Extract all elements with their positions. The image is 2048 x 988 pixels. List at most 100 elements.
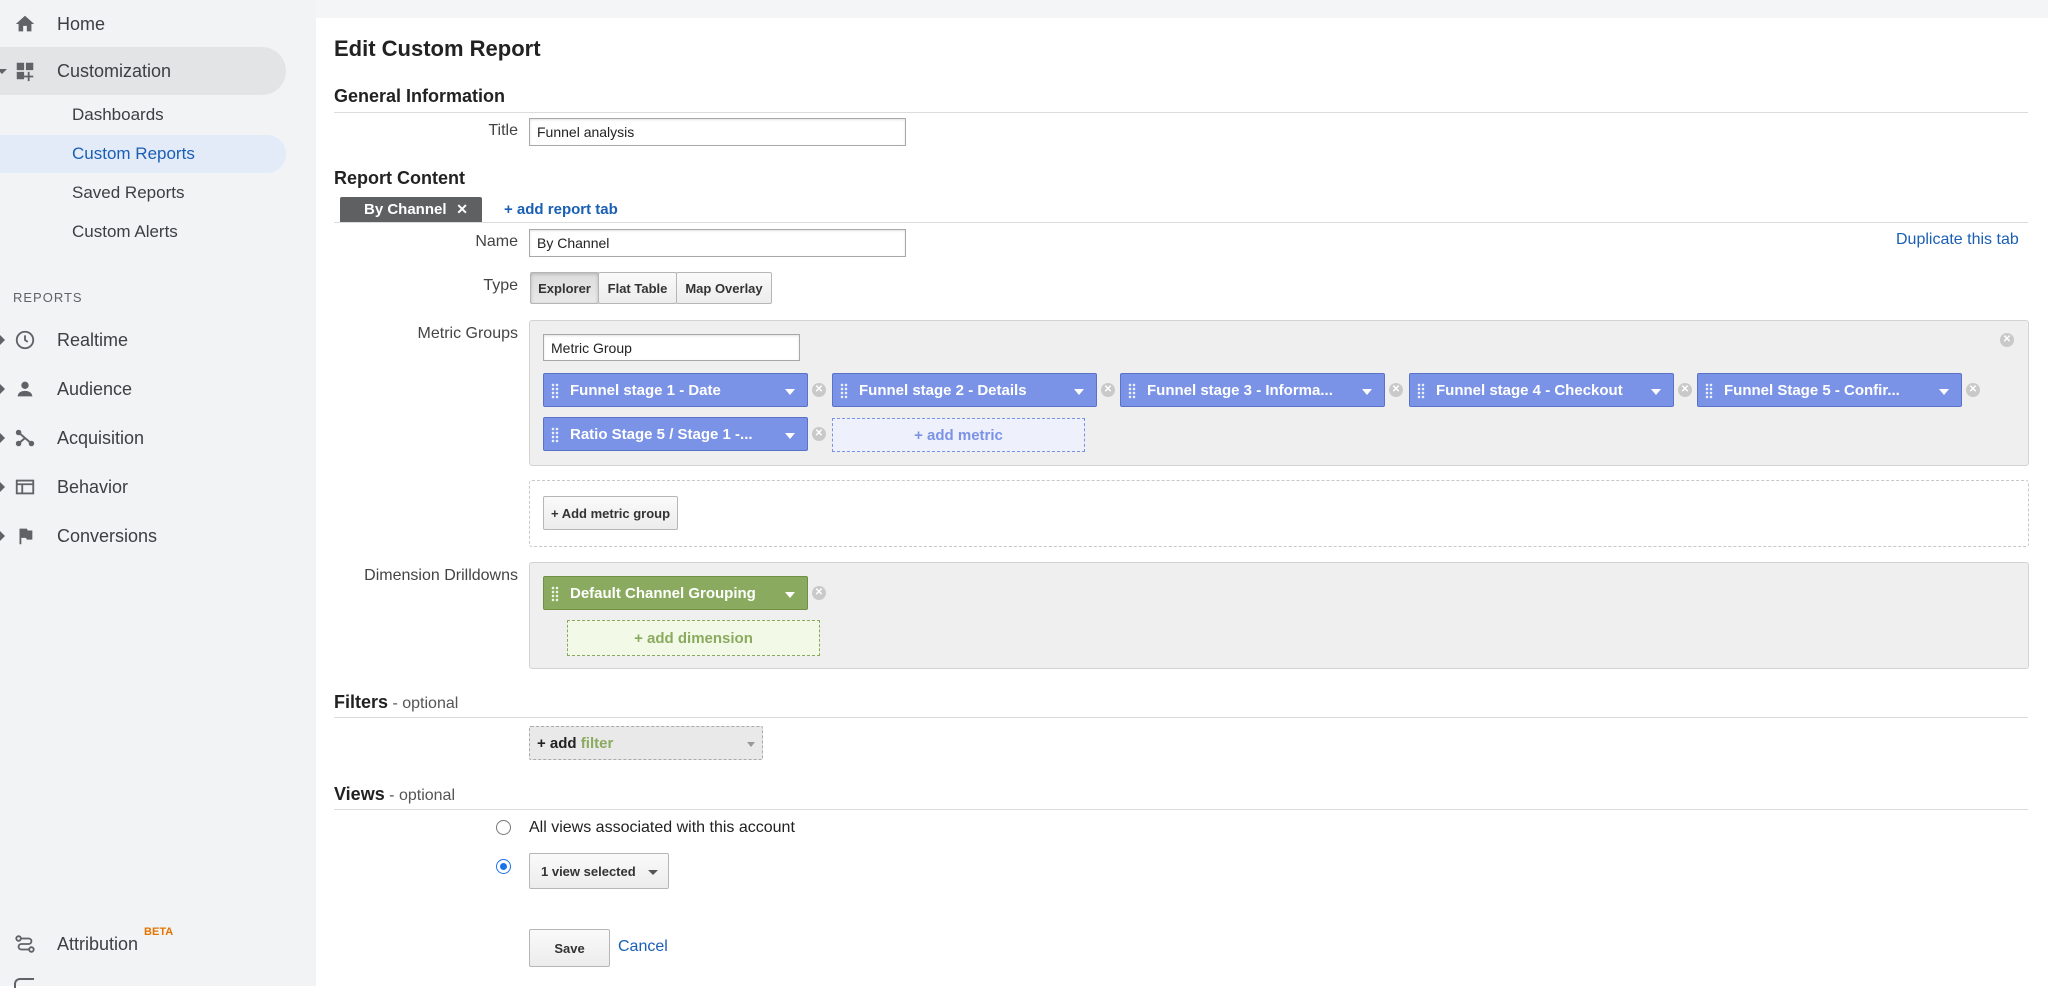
divider — [334, 717, 2028, 718]
dimension-chip-label: Default Channel Grouping — [570, 584, 756, 602]
add-dimension-button[interactable]: + add dimension — [567, 620, 820, 656]
filters-title: Filters — [334, 692, 389, 712]
caret-right-icon — [0, 384, 5, 394]
acquisition-icon — [14, 427, 36, 449]
type-explorer-button[interactable]: Explorer — [530, 272, 599, 304]
tab-label: By Channel — [364, 201, 447, 218]
all-views-radio[interactable] — [496, 820, 511, 835]
remove-metric-icon[interactable]: ✕ — [812, 383, 826, 397]
view-selector-dropdown[interactable]: 1 view selected — [529, 853, 669, 889]
add-report-tab-link[interactable]: + add report tab — [504, 201, 618, 218]
sidebar-item-saved-reports[interactable]: Saved Reports — [0, 174, 286, 212]
add-metric-group-area — [529, 480, 2029, 547]
views-heading: Views - optional — [334, 784, 455, 805]
nav-realtime-label: Realtime — [57, 329, 129, 350]
tab-name-input[interactable] — [529, 229, 906, 257]
divider — [334, 112, 2028, 113]
caret-right-icon — [0, 482, 5, 492]
nav-conversions-label: Conversions — [57, 525, 158, 546]
sidebar-item-custom-reports[interactable]: Custom Reports — [0, 135, 286, 173]
remove-metric-icon[interactable]: ✕ — [1966, 383, 1980, 397]
filters-heading: Filters - optional — [334, 692, 458, 713]
save-button[interactable]: Save — [529, 929, 610, 967]
clock-icon — [14, 329, 36, 351]
chevron-down-icon[interactable] — [785, 433, 795, 439]
drag-handle-icon[interactable] — [1705, 383, 1713, 399]
metric-chip[interactable]: Funnel stage 3 - Informa... — [1120, 373, 1385, 407]
drag-handle-icon[interactable] — [551, 383, 559, 399]
page-title: Edit Custom Report — [334, 36, 541, 61]
metric-chip-label: Funnel stage 1 - Date — [570, 381, 721, 399]
remove-metric-icon[interactable]: ✕ — [1101, 383, 1115, 397]
metric-chip[interactable]: Funnel stage 2 - Details — [832, 373, 1097, 407]
metric-chip-label: Funnel stage 4 - Checkout — [1436, 381, 1623, 399]
chevron-down-icon[interactable] — [1362, 389, 1372, 395]
tab-by-channel[interactable]: By Channel ✕ — [340, 197, 482, 222]
title-input[interactable] — [529, 118, 906, 146]
cancel-link[interactable]: Cancel — [618, 938, 668, 956]
nav-audience-label: Audience — [57, 378, 133, 399]
nav-realtime[interactable]: Realtime — [0, 316, 316, 364]
nav-customization-label: Customization — [57, 60, 172, 81]
metric-chip-label: Funnel stage 3 - Informa... — [1147, 381, 1333, 399]
add-filter-dropdown[interactable]: + add filter — [529, 726, 763, 760]
nav-audience[interactable]: Audience — [0, 365, 316, 413]
drag-handle-icon[interactable] — [551, 586, 559, 602]
add-metric-group-button[interactable]: + Add metric group — [543, 496, 678, 530]
type-map-overlay-button[interactable]: Map Overlay — [676, 272, 772, 304]
drag-handle-icon[interactable] — [551, 427, 559, 443]
nav-customization[interactable]: Customization — [0, 47, 286, 95]
nav-home[interactable]: Home — [0, 0, 316, 48]
metric-chip-label: Ratio Stage 5 / Stage 1 -... — [570, 425, 753, 443]
caret-right-icon — [0, 433, 5, 443]
drag-handle-icon[interactable] — [840, 383, 848, 399]
chevron-down-icon[interactable] — [785, 389, 795, 395]
nav-conversions[interactable]: Conversions — [0, 512, 316, 560]
remove-metric-icon[interactable]: ✕ — [1389, 383, 1403, 397]
nav-behavior-label: Behavior — [57, 476, 129, 497]
chevron-down-icon[interactable] — [1074, 389, 1084, 395]
close-icon[interactable]: ✕ — [456, 201, 468, 218]
type-label: Type — [483, 277, 518, 294]
metric-chip[interactable]: Funnel stage 4 - Checkout — [1409, 373, 1674, 407]
chevron-down-icon[interactable] — [1939, 389, 1949, 395]
browser-window-icon — [14, 476, 36, 498]
metric-chip[interactable]: Ratio Stage 5 / Stage 1 -... — [543, 417, 808, 451]
nav-acquisition[interactable]: Acquisition — [0, 414, 316, 462]
metric-groups-label: Metric Groups — [417, 325, 518, 342]
views-optional: - optional — [389, 787, 455, 804]
selected-views-radio[interactable] — [496, 859, 511, 874]
add-filter-word: filter — [580, 734, 614, 752]
nav-home-label: Home — [57, 13, 106, 34]
sidebar-item-custom-alerts[interactable]: Custom Alerts — [0, 213, 286, 251]
attribution-text: Attribution — [57, 933, 139, 954]
remove-metric-icon[interactable]: ✕ — [812, 427, 826, 441]
remove-group-icon[interactable]: ✕ — [2000, 333, 2014, 347]
metric-group-name-input[interactable] — [543, 334, 800, 361]
metric-chip[interactable]: Funnel stage 1 - Date — [543, 373, 808, 407]
flag-icon — [14, 525, 36, 547]
drag-handle-icon[interactable] — [1417, 383, 1425, 399]
drag-handle-icon[interactable] — [1128, 383, 1136, 399]
remove-dimension-icon[interactable]: ✕ — [812, 586, 826, 600]
home-icon — [14, 13, 36, 35]
nav-acquisition-label: Acquisition — [57, 427, 145, 448]
type-flat-table-button[interactable]: Flat Table — [598, 272, 677, 304]
chevron-down-icon[interactable] — [785, 592, 795, 598]
sidebar-item-label: Custom Reports — [72, 144, 195, 163]
remove-metric-icon[interactable]: ✕ — [1678, 383, 1692, 397]
sidebar-item-dashboards[interactable]: Dashboards — [0, 96, 286, 134]
add-metric-button[interactable]: + add metric — [832, 418, 1085, 452]
dimension-chip[interactable]: Default Channel Grouping — [543, 576, 808, 610]
name-label: Name — [475, 233, 518, 250]
partial-icon — [14, 978, 34, 988]
add-filter-plus: + add — [537, 734, 577, 752]
views-title: Views — [334, 784, 385, 804]
add-filter-label: + add filter — [537, 735, 613, 752]
nav-behavior[interactable]: Behavior — [0, 463, 316, 511]
all-views-label: All views associated with this account — [529, 819, 795, 836]
metric-chip[interactable]: Funnel Stage 5 - Confir... — [1697, 373, 1962, 407]
nav-attribution[interactable]: Attribution BETA — [0, 920, 316, 968]
chevron-down-icon[interactable] — [1651, 389, 1661, 395]
duplicate-tab-link[interactable]: Duplicate this tab — [1896, 231, 2019, 249]
